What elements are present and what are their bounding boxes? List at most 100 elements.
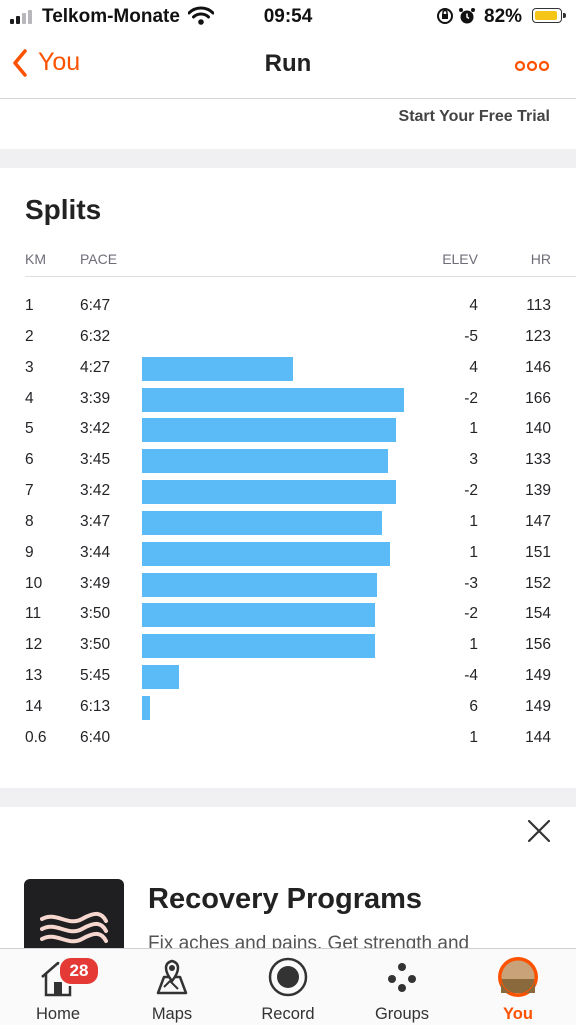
split-heart-rate: 144 (525, 728, 551, 746)
split-pace: 6:13 (80, 697, 111, 715)
split-pace: 3:42 (80, 482, 111, 500)
split-elevation: -2 (464, 605, 478, 623)
section-divider (0, 149, 576, 168)
maps-icon (156, 959, 188, 995)
split-pace: 3:45 (80, 451, 111, 469)
battery-icon (532, 8, 566, 23)
page-title: Run (264, 50, 312, 77)
recovery-promo-card[interactable]: Recovery Programs Fix aches and pains. G… (0, 807, 576, 948)
tab-record[interactable]: Record (238, 953, 338, 1025)
split-row: 1 6:47 4 113 (0, 292, 576, 323)
split-pace: 3:47 (80, 512, 111, 530)
promo-title: Recovery Programs (148, 883, 423, 915)
tab-you[interactable]: You (468, 953, 568, 1025)
hr-header: HR (530, 251, 551, 267)
split-km: 14 (25, 697, 43, 715)
orientation-lock-icon (437, 8, 453, 24)
pace-header: PACE (80, 251, 118, 267)
split-pace: 3:42 (80, 420, 111, 438)
split-elevation: 6 (469, 697, 478, 715)
pace-bar (142, 541, 390, 566)
tab-groups-label: Groups (374, 1005, 430, 1023)
split-heart-rate: 166 (525, 389, 551, 407)
battery-percent: 82% (484, 6, 523, 27)
split-row: 4 3:39 -2 166 (0, 385, 576, 416)
splits-table: 1 6:47 4 113 2 6:32 -5 123 3 4:27 4 146 4 3:39 -2 166 5 3… (0, 292, 576, 755)
split-elevation: 1 (469, 543, 478, 561)
promo-subtitle: Fix aches and pains. Get strength and (148, 933, 470, 948)
split-row: 8 3:47 1 147 (0, 508, 576, 539)
split-elevation: -4 (464, 667, 478, 685)
tab-maps[interactable]: Maps (122, 953, 222, 1025)
split-heart-rate: 146 (525, 358, 551, 376)
split-row: 14 6:13 6 149 (0, 693, 576, 724)
split-km: 2 (25, 327, 34, 345)
tab-maps-label: Maps (151, 1005, 193, 1023)
split-row: 3 4:27 4 146 (0, 354, 576, 385)
pace-bar (142, 449, 388, 474)
split-km: 7 (25, 482, 34, 500)
split-row: 0.6 6:40 1 144 (0, 724, 576, 755)
avatar (498, 957, 538, 997)
split-heart-rate: 139 (525, 482, 551, 500)
tab-record-label: Record (261, 1005, 315, 1023)
header-divider (25, 276, 576, 277)
start-free-trial-link[interactable]: Start Your Free Trial (399, 108, 550, 126)
pace-bar (142, 572, 377, 597)
split-heart-rate: 154 (525, 605, 551, 623)
split-elevation: 1 (469, 512, 478, 530)
pace-bar (142, 387, 404, 412)
groups-icon (388, 963, 416, 992)
split-elevation: -5 (464, 327, 478, 345)
tab-home[interactable]: 28 Home (8, 953, 108, 1025)
split-elevation: -2 (464, 482, 478, 500)
split-row: 6 3:45 3 133 (0, 446, 576, 477)
split-pace: 3:50 (80, 636, 111, 654)
trial-banner: Start Your Free Trial (0, 99, 576, 149)
split-elevation: -3 (464, 574, 478, 592)
split-pace: 6:47 (80, 297, 111, 314)
split-pace: 3:49 (80, 574, 111, 592)
tab-bar: 28 Home Maps Record Groups You (0, 948, 576, 1025)
pace-bar (142, 356, 293, 381)
split-elevation: 3 (469, 451, 478, 469)
split-km: 1 (25, 297, 34, 314)
close-icon[interactable] (527, 819, 551, 843)
status-bar: Telkom-Monate 09:54 82% (0, 0, 576, 34)
pace-bar (142, 665, 179, 690)
split-elevation: -2 (464, 389, 478, 407)
split-elevation: 1 (469, 420, 478, 438)
split-heart-rate: 113 (526, 297, 551, 314)
more-options-icon[interactable] (512, 54, 552, 78)
record-icon (268, 957, 308, 997)
tab-home-label: Home (35, 1005, 80, 1023)
recovery-thumbnail (24, 879, 124, 948)
split-km: 3 (25, 358, 34, 376)
pace-bar (142, 480, 396, 505)
split-row: 9 3:44 1 151 (0, 539, 576, 570)
split-row: 7 3:42 -2 139 (0, 477, 576, 508)
nav-bar: You Run (0, 34, 576, 99)
split-heart-rate: 149 (525, 697, 551, 715)
split-heart-rate: 152 (525, 574, 551, 592)
split-km: 9 (25, 543, 34, 561)
tab-you-label: You (503, 1005, 533, 1023)
split-row: 11 3:50 -2 154 (0, 600, 576, 631)
split-km: 11 (25, 605, 42, 623)
split-row: 13 5:45 -4 149 (0, 662, 576, 693)
split-km: 0.6 (25, 728, 47, 746)
split-km: 4 (25, 389, 34, 407)
split-pace: 6:32 (80, 327, 111, 345)
split-elevation: 1 (469, 728, 478, 746)
tab-groups[interactable]: Groups (352, 953, 452, 1025)
pace-bar (142, 695, 150, 720)
split-pace: 4:27 (80, 358, 111, 376)
split-row: 2 6:32 -5 123 (0, 323, 576, 354)
elev-header: ELEV (442, 251, 478, 267)
pace-bar (142, 603, 375, 628)
split-pace: 5:45 (80, 667, 111, 685)
km-header: KM (25, 251, 46, 267)
split-row: 10 3:49 -3 152 (0, 570, 576, 601)
splits-section: Splits KM PACE ELEV HR 1 6:47 4 113 2 6:32 -5 1… (0, 168, 576, 788)
split-heart-rate: 149 (525, 667, 551, 685)
